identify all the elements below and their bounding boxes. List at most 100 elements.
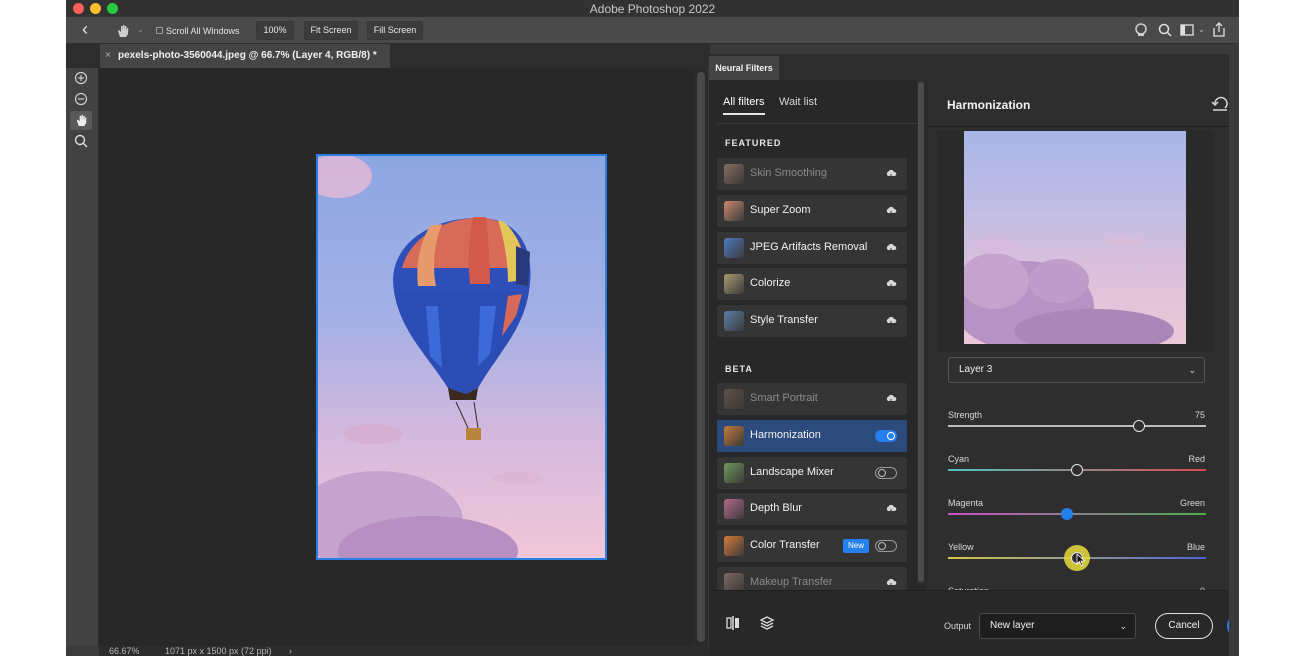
cloud-download-icon[interactable] xyxy=(885,168,897,180)
filter-item-jpeg-artifacts-removal[interactable]: JPEG Artifacts Removal xyxy=(717,231,907,264)
filter-thumbnail xyxy=(724,311,744,332)
filter-settings-panel: Harmonization Layer 3 ⌄ Strength 75 Cyan Re… xyxy=(927,80,1239,596)
workspace-chevron-icon[interactable]: ⌄ xyxy=(1198,25,1205,34)
filter-item-smart-portrait[interactable]: Smart Portrait xyxy=(717,383,907,415)
zoom-100-button[interactable]: 100% xyxy=(256,21,294,40)
learn-icon[interactable] xyxy=(1134,23,1148,37)
cloud-download-icon[interactable] xyxy=(885,242,897,254)
neural-filters-panel-tab[interactable]: Neural Filters xyxy=(709,56,779,80)
tab-wait-list[interactable]: Wait list xyxy=(779,96,817,108)
canvas-vertical-scrollbar[interactable] xyxy=(694,68,708,646)
neural-filters-footer: Output New layer ⌄ Cancel OK xyxy=(709,590,1239,656)
slider-thumb-magenta[interactable] xyxy=(1060,508,1073,520)
share-icon[interactable] xyxy=(1212,22,1226,37)
filter-toggle[interactable] xyxy=(875,429,897,442)
active-tab-underline xyxy=(723,113,765,115)
filter-label: Smart Portrait xyxy=(750,392,818,404)
layers-icon[interactable] xyxy=(759,615,775,631)
filter-item-super-zoom[interactable]: Super Zoom xyxy=(717,194,907,227)
workspace-icon[interactable] xyxy=(1180,24,1194,36)
filter-label: Super Zoom xyxy=(750,203,811,216)
featured-section-label: FEATURED xyxy=(725,138,782,148)
chevron-down-icon: ⌄ xyxy=(1119,621,1127,631)
document-title: pexels-photo-3560044.jpeg @ 66.7% (Layer… xyxy=(118,50,377,61)
cloud-download-icon[interactable] xyxy=(885,393,897,405)
hand-tool[interactable] xyxy=(70,111,92,130)
new-badge: New xyxy=(842,539,869,554)
reference-layer-select[interactable]: Layer 3 ⌄ xyxy=(948,357,1205,383)
filter-list-scrollbar[interactable] xyxy=(917,80,925,584)
filter-item-harmonization[interactable]: Harmonization xyxy=(717,419,907,452)
cloud-download-icon[interactable] xyxy=(885,205,897,217)
scroll-all-windows-label: Scroll All Windows xyxy=(166,26,240,36)
filter-label: Makeup Transfer xyxy=(750,576,833,588)
slider-end-label: Green xyxy=(1179,498,1205,508)
zoom-icon xyxy=(74,134,88,148)
reset-icon[interactable] xyxy=(1211,96,1229,112)
filter-thumbnail xyxy=(724,462,744,483)
zoom-tool[interactable] xyxy=(70,132,92,151)
search-icon[interactable] xyxy=(1158,23,1172,37)
filter-label: Skin Smoothing xyxy=(750,167,828,179)
neural-filters-tab-bar: Neural Filters xyxy=(709,54,1239,80)
filter-item-style-transfer[interactable]: Style Transfer xyxy=(717,305,907,338)
slider-track-strength[interactable] xyxy=(948,425,1206,427)
slider-end-label: 75 xyxy=(1194,410,1205,420)
back-button[interactable]: ‹ xyxy=(82,20,88,38)
hand-tool-icon[interactable] xyxy=(116,23,130,38)
zoom-out-icon xyxy=(74,92,88,106)
cloud-download-icon[interactable] xyxy=(885,315,897,327)
cancel-button[interactable]: Cancel xyxy=(1155,613,1213,639)
filter-item-colorize[interactable]: Colorize xyxy=(717,268,907,301)
slider-track-magenta[interactable] xyxy=(948,513,1206,515)
status-bar: 66.67% 1071 px x 1500 px (72 ppi) › xyxy=(99,646,709,656)
zoom-in-tool[interactable] xyxy=(70,69,92,88)
canvas-area[interactable] xyxy=(99,68,694,646)
filter-toggle[interactable] xyxy=(875,466,897,479)
filter-item-depth-blur[interactable]: Depth Blur xyxy=(717,493,907,526)
divider xyxy=(927,126,1239,127)
mouse-cursor-icon xyxy=(1076,553,1086,567)
filter-thumbnail xyxy=(724,200,744,221)
cloud-download-icon[interactable] xyxy=(885,503,897,516)
filter-item-color-transfer[interactable]: Color Transfer New xyxy=(717,530,907,563)
output-select[interactable]: New layer ⌄ xyxy=(979,613,1136,639)
slider-thumb-cyan[interactable] xyxy=(1071,464,1083,476)
chevron-down-icon: ⌄ xyxy=(1188,365,1196,375)
cloud-download-icon[interactable] xyxy=(885,278,897,291)
status-menu-arrow[interactable]: › xyxy=(289,646,292,656)
document-tab[interactable]: × pexels-photo-3560044.jpeg @ 66.7% (Lay… xyxy=(100,44,390,68)
close-document-icon[interactable]: × xyxy=(105,44,111,68)
fill-screen-button[interactable]: Fill Screen xyxy=(367,21,423,40)
zoom-level[interactable]: 66.67% xyxy=(109,646,140,656)
filter-label: JPEG Artifacts Removal xyxy=(750,240,868,253)
filter-thumbnail xyxy=(724,164,744,184)
options-bar: ‹ ⌄ Scroll All Windows 100% Fit Screen F… xyxy=(66,17,1239,44)
toggle-knob xyxy=(878,542,886,551)
slider-label-yellow: Yellow xyxy=(948,542,974,552)
slider-end-label: Blue xyxy=(1186,542,1205,552)
filter-thumbnail xyxy=(724,389,744,409)
balloon-photo xyxy=(316,154,607,560)
slider-thumb-strength[interactable] xyxy=(1132,420,1145,432)
output-label: Output xyxy=(944,621,972,631)
filter-toggle[interactable] xyxy=(875,540,897,553)
title-bar: Adobe Photoshop 2022 xyxy=(66,0,1239,17)
filter-label: Landscape Mixer xyxy=(750,465,834,478)
tab-all-filters[interactable]: All filters xyxy=(723,96,765,108)
filter-item-landscape-mixer[interactable]: Landscape Mixer xyxy=(717,456,907,489)
reference-preview-frame xyxy=(937,130,1213,352)
fit-screen-button[interactable]: Fit Screen xyxy=(304,21,358,40)
tool-preset-chevron-icon[interactable]: ⌄ xyxy=(137,25,144,34)
filter-item-skin-smoothing[interactable]: Skin Smoothing xyxy=(717,158,907,190)
filter-label: Style Transfer xyxy=(750,314,818,327)
hot-air-balloon-image xyxy=(318,156,543,558)
filter-label: Harmonization xyxy=(750,428,821,441)
beta-section-label: BETA xyxy=(725,364,753,374)
scroll-all-windows-checkbox[interactable] xyxy=(156,27,163,34)
panel-dock-edge xyxy=(1229,44,1239,656)
show-preview-icon[interactable] xyxy=(725,615,741,631)
cloud-download-icon[interactable] xyxy=(885,577,897,589)
reference-preview-image xyxy=(964,131,1186,344)
zoom-out-tool[interactable] xyxy=(70,90,92,109)
